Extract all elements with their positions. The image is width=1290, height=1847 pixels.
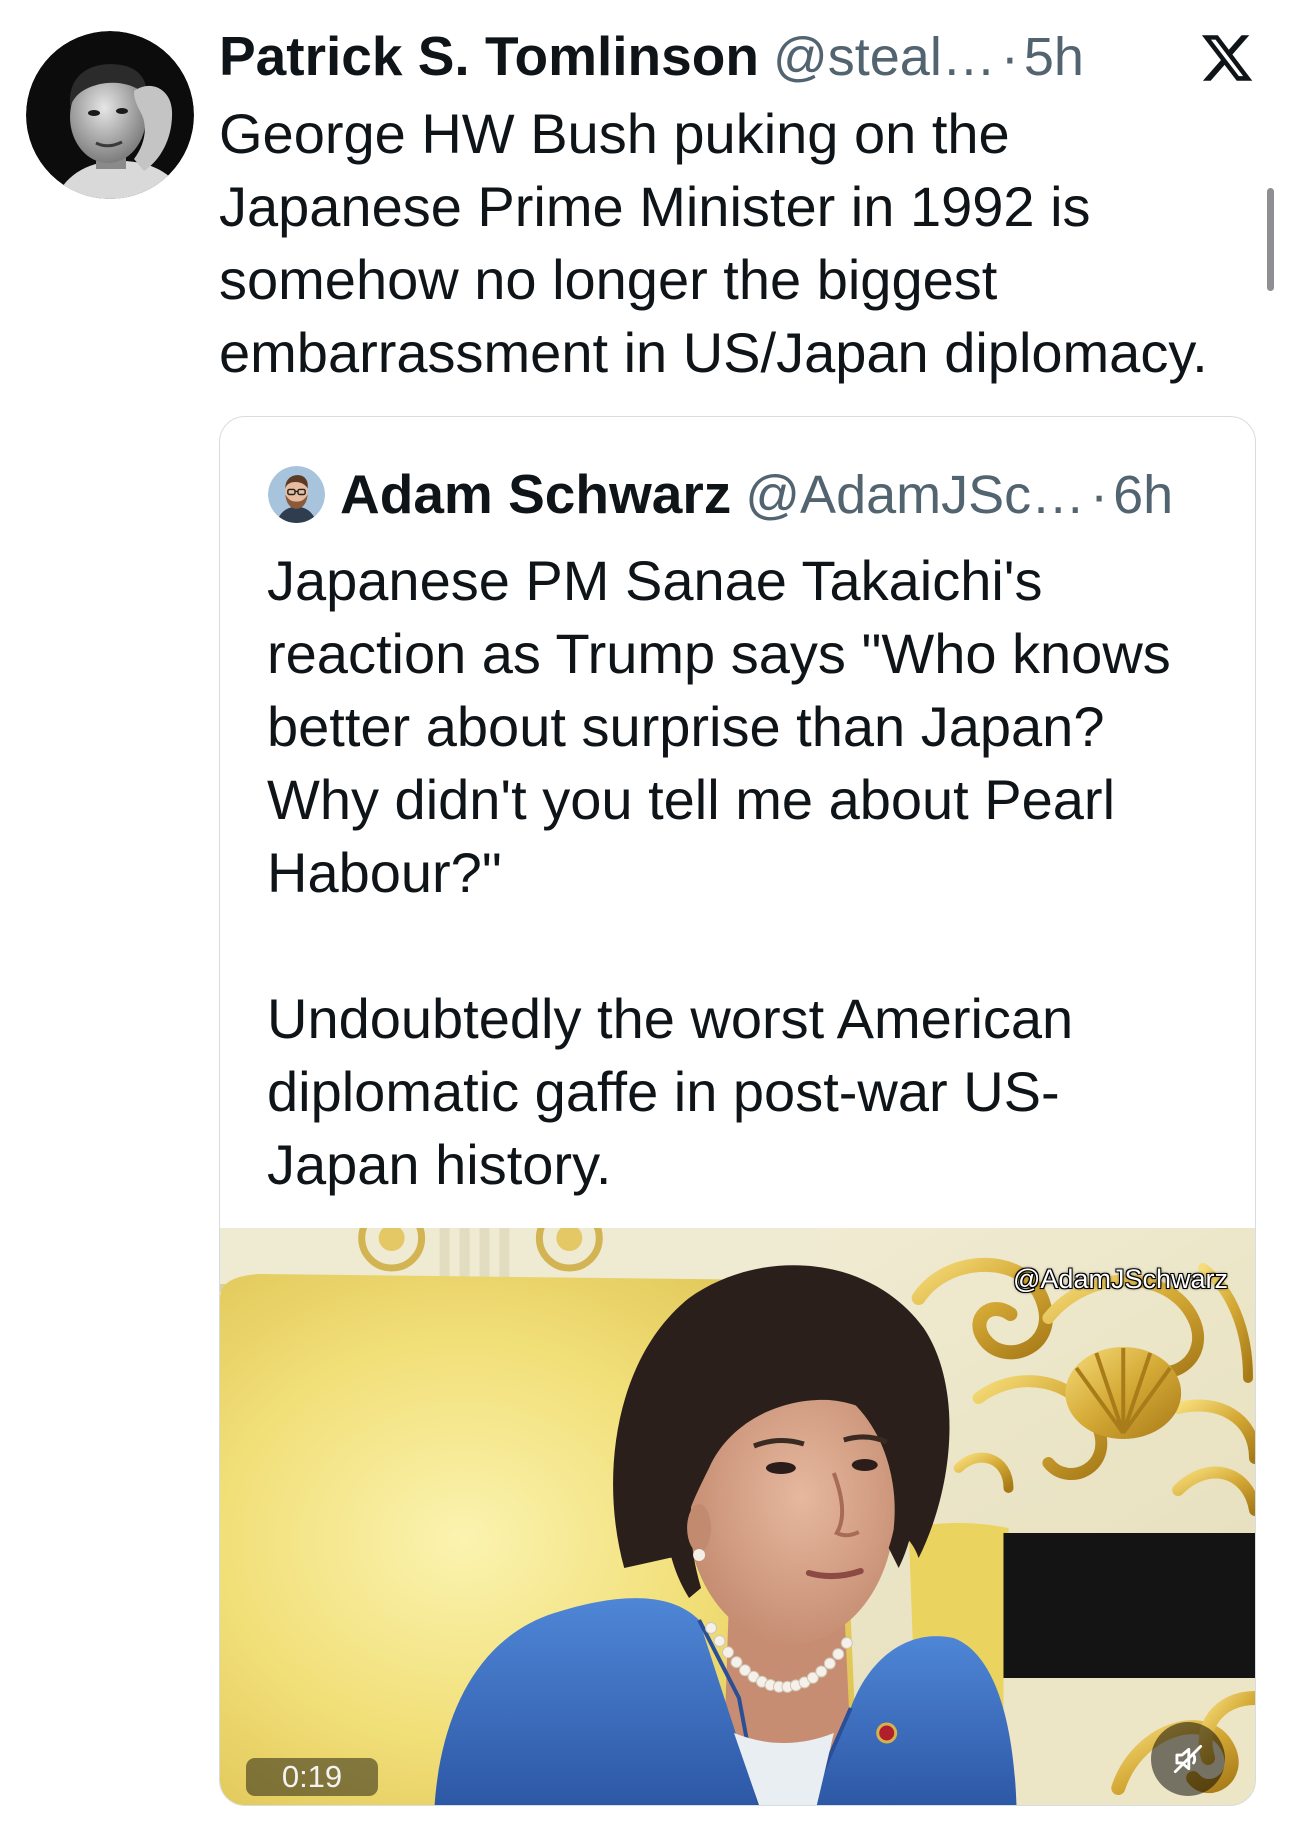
author-handle[interactable]: @steal… — [773, 24, 996, 90]
quoted-tweet-timestamp[interactable]: 6h — [1113, 462, 1173, 528]
quoted-text-line: Habour?" — [267, 841, 502, 904]
profile-photo-icon — [26, 31, 194, 199]
tweet-text-line: George HW Bush puking on the — [219, 102, 1010, 165]
video-watermark: @AdamJSchwarz — [1013, 1264, 1228, 1294]
quoted-text-line: Japan history. — [267, 1133, 612, 1196]
paragraph-break — [267, 909, 1171, 982]
quoted-text-line: reaction as Trump says "Who knows — [267, 622, 1171, 685]
tweet-header: Patrick S. Tomlinson @steal… · 5h — [219, 23, 1084, 89]
video-duration-badge: 0:19 — [246, 1758, 378, 1796]
quoted-text-line: Japanese PM Sanae Takaichi's — [267, 549, 1043, 612]
author-avatar[interactable] — [26, 31, 194, 199]
scrollbar[interactable] — [1267, 188, 1274, 291]
mute-button[interactable] — [1151, 1722, 1225, 1796]
author-name[interactable]: Patrick S. Tomlinson — [219, 23, 759, 89]
quoted-text-line: Why didn't you tell me about Pearl — [267, 768, 1116, 831]
tweet-text: George HW Bush puking on the Japanese Pr… — [219, 97, 1208, 389]
header-separator: · — [1000, 27, 1019, 87]
profile-photo-icon — [268, 466, 325, 523]
tweet-text-line: embarrassment in US/Japan diplomacy. — [219, 321, 1208, 384]
x-logo-icon[interactable] — [1199, 30, 1255, 86]
quoted-tweet-text: Japanese PM Sanae Takaichi's reaction as… — [267, 544, 1171, 1201]
quoted-text-line: Undoubtedly the worst American — [267, 987, 1074, 1050]
tweet-timestamp[interactable]: 5h — [1024, 24, 1084, 90]
tweet-text-line: Japanese Prime Minister in 1992 is — [219, 175, 1091, 238]
video-player[interactable]: @AdamJSchwarz 0:19 — [220, 1228, 1255, 1805]
video-frame-image — [220, 1228, 1255, 1805]
quoted-text-line: better about surprise than Japan? — [267, 695, 1105, 758]
quoted-author-avatar[interactable] — [268, 466, 325, 523]
quoted-author-handle[interactable]: @AdamJSc… — [745, 462, 1085, 528]
quoted-text-line: diplomatic gaffe in post-war US- — [267, 1060, 1060, 1123]
quoted-tweet-card[interactable]: Adam Schwarz @AdamJSc… · 6h Japanese PM … — [219, 416, 1256, 1806]
gold-shell — [1065, 1347, 1182, 1439]
quoted-header-separator: · — [1090, 465, 1109, 525]
quoted-author-name[interactable]: Adam Schwarz — [340, 461, 731, 527]
quoted-tweet-header: Adam Schwarz @AdamJSc… · 6h — [340, 461, 1173, 527]
speaker-muted-icon — [1173, 1744, 1203, 1774]
x-post-screenshot: { "app": { "logo_icon": "x-logo-icon" },… — [0, 0, 1290, 1847]
tweet-text-line: somehow no longer the biggest — [219, 248, 998, 311]
author-photo — [26, 31, 194, 199]
quoted-author-photo — [268, 466, 325, 523]
